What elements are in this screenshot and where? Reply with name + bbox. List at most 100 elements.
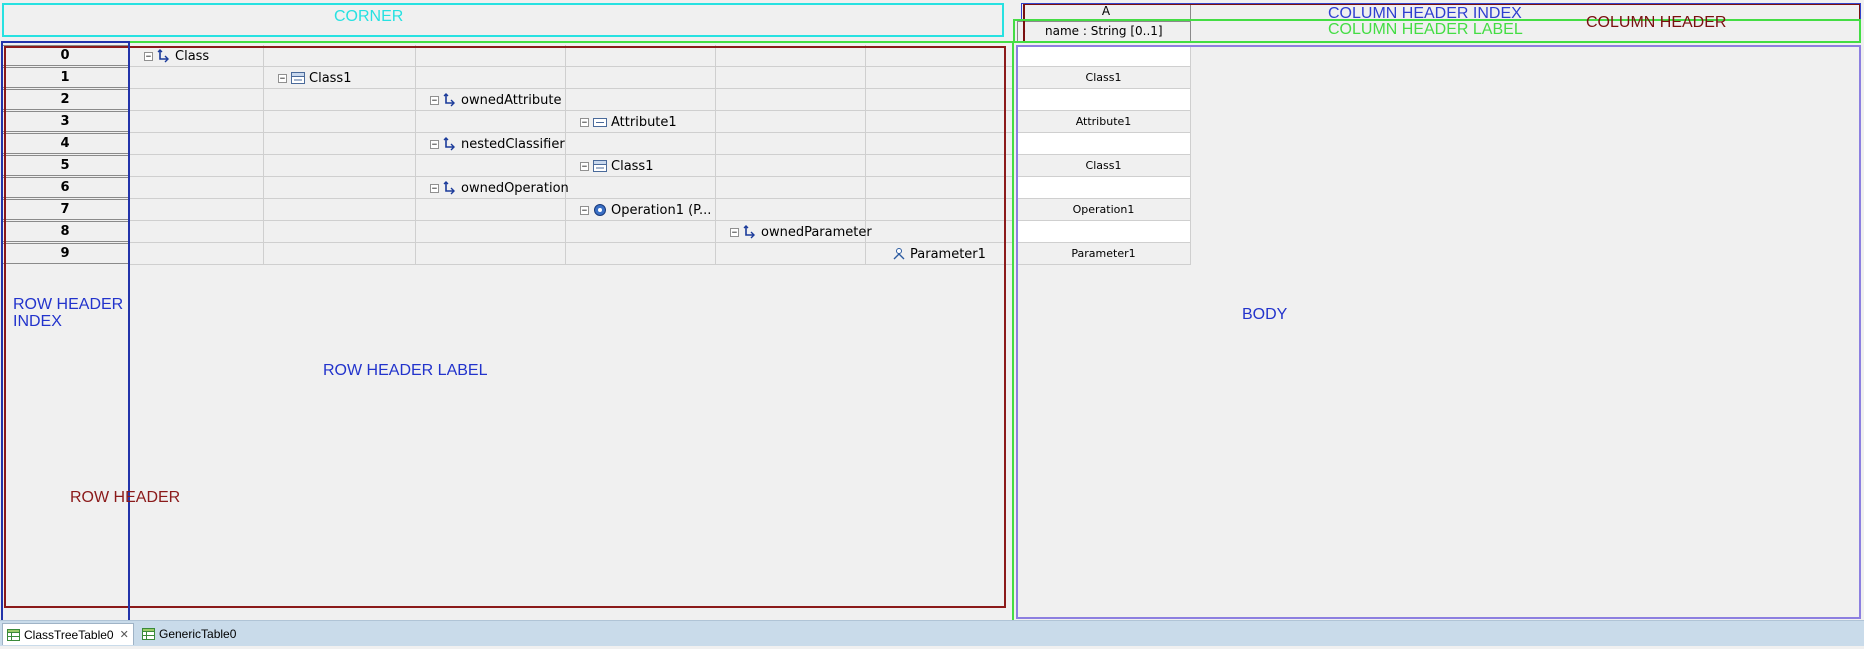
tree-node-label: Class1	[611, 158, 654, 174]
tree-node[interactable]: − Class1	[580, 155, 653, 177]
row-header-label-cell	[264, 133, 416, 155]
row-header-label-row[interactable]: − ownedAttribute	[130, 89, 1014, 111]
body-cell[interactable]	[1017, 133, 1191, 155]
corner-overlay-label: CORNER	[334, 8, 404, 25]
tree-node[interactable]: − Class	[144, 45, 209, 67]
class-icon	[593, 159, 607, 173]
row-header-index-cell[interactable]: 4	[1, 133, 129, 154]
row-header-index-overlay-label: ROW HEADER INDEX	[13, 296, 123, 330]
row-header-index-cell[interactable]: 0	[1, 45, 129, 66]
body-cell[interactable]: Operation1	[1017, 199, 1191, 221]
row-header-label-row[interactable]: − ownedParameter	[130, 221, 1014, 243]
row-header-label-cell	[716, 243, 866, 265]
tree-node[interactable]: − ownedParameter	[730, 221, 872, 243]
row-header-label-cell	[566, 177, 716, 199]
row-header-index-cell[interactable]: 1	[1, 67, 129, 88]
row-header-label-row[interactable]: − Class	[130, 45, 1014, 67]
tree-node[interactable]: − Class1	[278, 67, 351, 89]
row-header-label-row[interactable]: − ownedOperation	[130, 177, 1014, 199]
row-header-label-row[interactable]: − Attribute1	[130, 111, 1014, 133]
column-header-index[interactable]: A	[1021, 3, 1191, 20]
row-header-label-cell	[566, 243, 716, 265]
row-header-label-row[interactable]: − nestedClassifier	[130, 133, 1014, 155]
tree-node[interactable]: − Operation1 (P...	[580, 199, 711, 221]
row-header-label-cell	[716, 89, 866, 111]
row-header-label-row[interactable]: − Class1	[130, 155, 1014, 177]
body-cell[interactable]	[1017, 45, 1191, 67]
row-header-label-row[interactable]: Parameter1	[130, 243, 1014, 265]
row-header-label-cell	[130, 177, 264, 199]
row-header-index-cell[interactable]: 2	[1, 89, 129, 110]
row-header-overlay-label: ROW HEADER	[70, 489, 181, 506]
feature-icon	[443, 181, 457, 195]
body-cell[interactable]	[1017, 221, 1191, 243]
collapse-toggle-icon[interactable]: −	[278, 73, 287, 83]
collapse-toggle-icon[interactable]: −	[430, 95, 439, 105]
class-icon	[291, 71, 305, 85]
row-header-label-cell	[866, 155, 1014, 177]
row-header-index-cell[interactable]: 7	[1, 199, 129, 220]
collapse-toggle-icon[interactable]: −	[580, 161, 589, 171]
tree-node[interactable]: − ownedAttribute	[430, 89, 561, 111]
collapse-toggle-icon[interactable]: −	[730, 227, 739, 237]
row-header-label-cell	[866, 67, 1014, 89]
row-header-label-cell	[264, 199, 416, 221]
row-header-label-cell	[416, 221, 566, 243]
body-cell[interactable]: Parameter1	[1017, 243, 1191, 265]
editor-tab[interactable]: GenericTable0	[138, 623, 240, 645]
row-header-label-cell	[716, 177, 866, 199]
close-icon[interactable]: ✕	[120, 628, 129, 641]
row-header-label-cell	[566, 133, 716, 155]
tree-node[interactable]: − nestedClassifier	[430, 133, 565, 155]
row-header-label-cell	[264, 221, 416, 243]
feature-icon	[157, 49, 171, 63]
column-header-label[interactable]: › name : String [0..1]	[1017, 21, 1191, 42]
editor-tab[interactable]: ClassTreeTable0 ✕	[2, 623, 134, 645]
row-header-label-cell	[566, 67, 716, 89]
row-header-label-cell	[566, 45, 716, 67]
tree-node-label: Attribute1	[611, 114, 677, 130]
column-header-index-text: A	[1101, 4, 1111, 18]
parameter-icon	[892, 247, 906, 261]
tree-node-label: ownedParameter	[761, 224, 872, 240]
row-header-label-cell	[866, 111, 1014, 133]
row-header-label-cell	[416, 111, 566, 133]
corner	[1, 1, 1005, 41]
row-header-label-cell	[716, 155, 866, 177]
row-header-label-cell	[416, 67, 566, 89]
tree-node-label: Class	[175, 48, 210, 64]
row-header-label-row[interactable]: − Operation1 (P...	[130, 199, 1014, 221]
row-header-label-cell	[416, 45, 566, 67]
tree-node[interactable]: − ownedOperation	[430, 177, 569, 199]
collapse-toggle-icon[interactable]: −	[430, 183, 439, 193]
tree-node[interactable]: − Attribute1	[580, 111, 677, 133]
row-header-index-cell[interactable]: 3	[1, 111, 129, 132]
row-header-label-cell	[716, 199, 866, 221]
tree-node[interactable]: Parameter1	[892, 243, 986, 265]
body-cell[interactable]: Class1	[1017, 155, 1191, 177]
collapse-toggle-icon[interactable]: −	[580, 205, 589, 215]
row-header-index-cell[interactable]: 5	[1, 155, 129, 176]
editor-tab-label: GenericTable0	[159, 627, 237, 641]
body-overlay-label: BODY	[1242, 306, 1288, 323]
row-header-index-cell[interactable]: 8	[1, 221, 129, 242]
row-header-label-cell	[716, 111, 866, 133]
row-header-label-cell	[130, 111, 264, 133]
body-cell[interactable]: Attribute1	[1017, 111, 1191, 133]
sort-indicator-icon[interactable]: ›	[1022, 22, 1026, 41]
row-header-index-cell[interactable]: 9	[1, 243, 129, 264]
collapse-toggle-icon[interactable]: −	[580, 117, 589, 127]
feature-icon	[443, 93, 457, 107]
collapse-toggle-icon[interactable]: −	[144, 51, 153, 61]
body-cell[interactable]	[1017, 177, 1191, 199]
row-header-label-cell	[866, 221, 1014, 243]
row-header-label-cell	[264, 89, 416, 111]
row-header-label-row[interactable]: − Class1	[130, 67, 1014, 89]
collapse-toggle-icon[interactable]: −	[430, 139, 439, 149]
body-cell[interactable]: Class1	[1017, 67, 1191, 89]
table-icon	[142, 628, 155, 640]
row-header-label-cell	[264, 45, 416, 67]
row-header-label-cell	[416, 243, 566, 265]
row-header-index-cell[interactable]: 6	[1, 177, 129, 198]
body-cell[interactable]	[1017, 89, 1191, 111]
